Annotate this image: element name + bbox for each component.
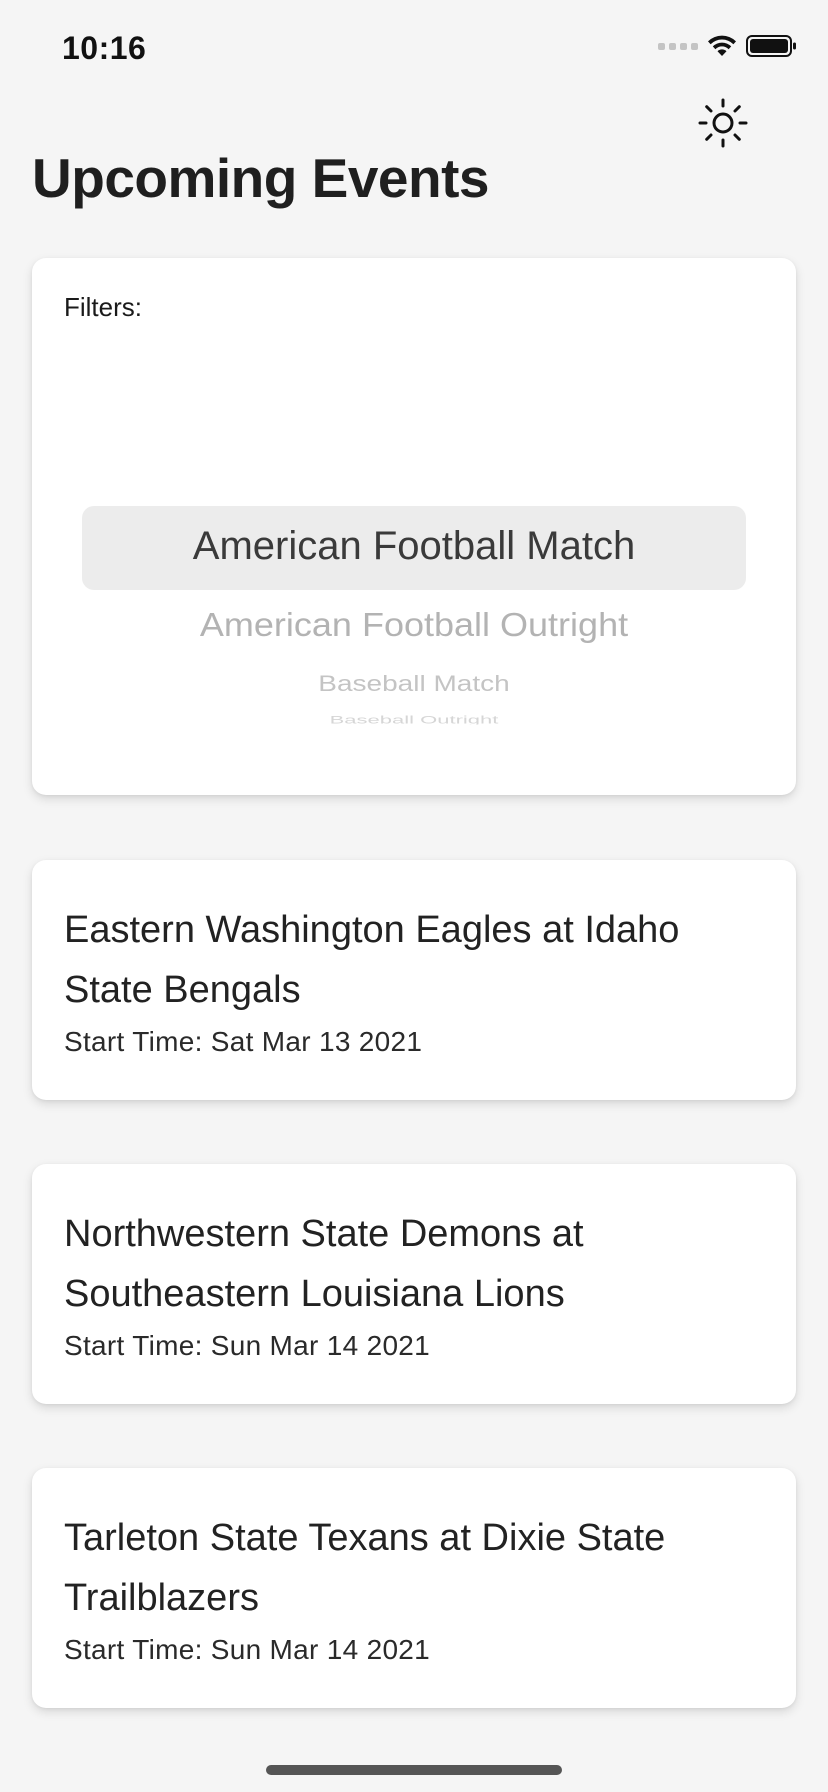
filters-card: Filters: American Football Match America… bbox=[32, 258, 796, 795]
page-title: Upcoming Events bbox=[32, 147, 490, 209]
event-card[interactable]: Northwestern State Demons at Southeaster… bbox=[32, 1164, 796, 1404]
event-start-time: Start Time: Sat Mar 13 2021 bbox=[64, 1026, 423, 1057]
wifi-icon bbox=[708, 35, 736, 56]
sun-icon bbox=[698, 98, 748, 148]
event-title: Tarleton State Texans at Dixie State Tra… bbox=[64, 1517, 666, 1619]
event-title: Eastern Washington Eagles at Idaho State… bbox=[64, 909, 680, 1011]
picker-option[interactable]: Baseball Outright bbox=[32, 714, 796, 725]
event-title: Northwestern State Demons at Southeaster… bbox=[64, 1213, 584, 1315]
event-start-time: Start Time: Sun Mar 14 2021 bbox=[64, 1634, 431, 1665]
cellular-signal-icon bbox=[658, 42, 698, 50]
status-icons bbox=[658, 34, 798, 58]
event-card[interactable]: Eastern Washington Eagles at Idaho State… bbox=[32, 860, 796, 1100]
picker-option-selected[interactable]: American Football Match bbox=[32, 524, 796, 569]
status-bar: 10:16 bbox=[0, 0, 828, 100]
category-picker[interactable]: American Football Match American Footbal… bbox=[32, 458, 796, 788]
battery-icon bbox=[746, 35, 796, 57]
theme-toggle-button[interactable] bbox=[692, 92, 754, 154]
status-time: 10:16 bbox=[62, 30, 147, 66]
picker-option[interactable]: Baseball Match bbox=[32, 672, 796, 697]
event-card[interactable]: Tarleton State Texans at Dixie State Tra… bbox=[32, 1468, 796, 1708]
event-start-time: Start Time: Sun Mar 14 2021 bbox=[64, 1330, 431, 1361]
picker-option[interactable]: American Football Outright bbox=[32, 606, 796, 645]
filters-label: Filters: bbox=[64, 292, 142, 322]
home-indicator[interactable] bbox=[266, 1765, 562, 1775]
